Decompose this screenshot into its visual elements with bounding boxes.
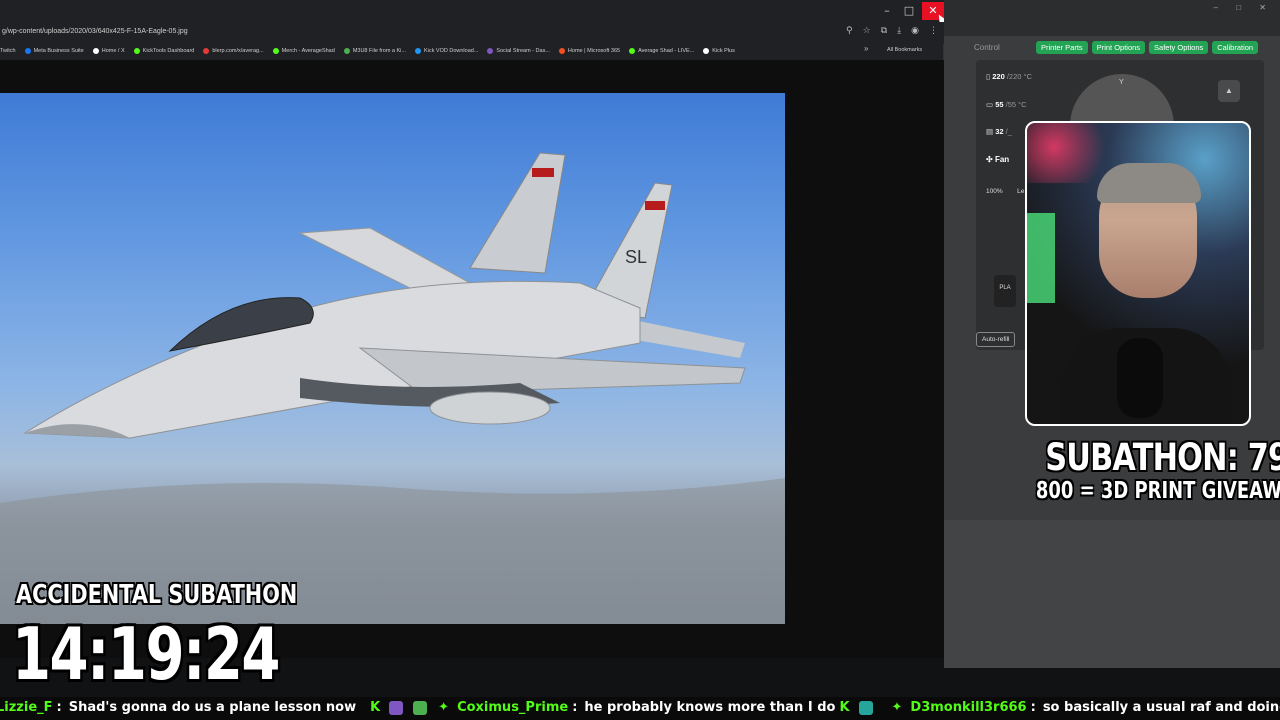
chat-message: Shad's gonna do us a plane lesson now bbox=[68, 700, 357, 715]
jet-illustration: SL bbox=[0, 152, 785, 624]
kick-badge-icon: K bbox=[370, 700, 381, 715]
rgb-light bbox=[1027, 123, 1117, 183]
bookmark-blerp[interactable]: blerp.com/x/averag... bbox=[203, 48, 264, 54]
nozzle-icon: ▯ bbox=[986, 72, 991, 81]
bookmark-m3u8[interactable]: M3U8 File from a Ki... bbox=[343, 48, 406, 54]
fan-speed[interactable]: 100% Le bbox=[986, 188, 1024, 195]
app-lower-area bbox=[944, 520, 1280, 668]
filament-slot[interactable]: PLA bbox=[994, 275, 1016, 307]
chamber-icon: ▤ bbox=[986, 127, 994, 136]
bookmark-kicktools[interactable]: KickTools Dashboard bbox=[133, 48, 194, 54]
emote-icon bbox=[389, 700, 404, 715]
printer-tabs: Printer Parts Print Options Safety Optio… bbox=[1036, 41, 1259, 54]
bookmark-average-shad[interactable]: Average Shad - LIVE... bbox=[629, 48, 694, 54]
tab-calibration[interactable]: Calibration bbox=[1212, 41, 1259, 54]
bookmark-twitch[interactable]: Twitch bbox=[0, 48, 16, 54]
webcam-feed bbox=[1025, 121, 1251, 426]
bookmarks-more-button[interactable]: » bbox=[864, 44, 868, 53]
chat-message: so basically a usual raf and doing nada … bbox=[1042, 700, 1280, 715]
fan-icon: ✣ bbox=[986, 155, 993, 164]
bookmark-merch[interactable]: Merch - AverageShad bbox=[272, 48, 335, 54]
address-bar[interactable]: g/wp-content/uploads/2020/03/640x425-F-1… bbox=[0, 22, 944, 44]
download-icon[interactable]: ⤓ bbox=[897, 26, 901, 36]
sparkle-icon: ✦ bbox=[891, 700, 903, 715]
svg-text:SL: SL bbox=[625, 247, 647, 267]
browser-window: – □ ✕ g/wp-content/uploads/2020/03/640x4… bbox=[0, 0, 947, 658]
bookmark-microsoft[interactable]: Home | Microsoft 365 bbox=[558, 48, 620, 54]
blerp-icon bbox=[203, 48, 210, 54]
accidental-subathon-title: ACCIDENTAL SUBATHON bbox=[16, 580, 298, 610]
tab-safety-options[interactable]: Safety Options bbox=[1149, 41, 1209, 54]
app-window-buttons[interactable]: – □ ✕ bbox=[1214, 3, 1274, 12]
meta-icon bbox=[24, 48, 31, 54]
zoom-icon[interactable]: ⚲ bbox=[846, 26, 853, 36]
bookmark-kick-vod[interactable]: Kick VOD Download... bbox=[415, 48, 478, 54]
control-label: Control bbox=[974, 43, 1000, 52]
microsoft-icon bbox=[558, 48, 565, 54]
chat-separator: : bbox=[572, 700, 578, 715]
maximize-button[interactable]: □ bbox=[898, 2, 920, 20]
title-bar: – □ ✕ bbox=[0, 0, 947, 25]
chamber-temp[interactable]: ▤ 32 /_ bbox=[986, 127, 1012, 136]
chat-user: Lizzie_F bbox=[0, 700, 53, 715]
m3u8-icon bbox=[343, 48, 350, 54]
kick-vod-icon bbox=[415, 48, 421, 54]
url-text[interactable]: g/wp-content/uploads/2020/03/640x425-F-1… bbox=[2, 28, 188, 35]
green-light bbox=[1027, 213, 1055, 303]
chat-user: Coximus_Prime bbox=[457, 700, 569, 715]
streamer-hair bbox=[1097, 163, 1201, 203]
bookmark-meta[interactable]: Meta Business Suite bbox=[24, 48, 84, 54]
tab-print-options[interactable]: Print Options bbox=[1091, 41, 1146, 54]
microphone-icon bbox=[1117, 338, 1163, 418]
extensions-icon[interactable]: ⧉ bbox=[881, 26, 887, 36]
chat-ticker: Lizzie_F : Shad's gonna do us a plane le… bbox=[0, 697, 1280, 720]
all-bookmarks-button[interactable]: All Bookmarks bbox=[887, 47, 922, 53]
x-icon bbox=[92, 48, 99, 54]
bookmark-x[interactable]: Home / X bbox=[92, 48, 125, 54]
star-icon[interactable]: ☆ bbox=[863, 26, 871, 36]
sparkle-icon: ✦ bbox=[438, 700, 450, 715]
dial-y-label: Y bbox=[1119, 79, 1124, 86]
chat-separator: : bbox=[1030, 700, 1036, 715]
bookmarks-bar: Twitch Meta Business Suite Home / X Kick… bbox=[0, 44, 944, 58]
profile-icon[interactable]: ◉ bbox=[911, 26, 919, 36]
kick-plus-icon bbox=[703, 48, 710, 54]
bookmark-social-stream[interactable]: Social Stream - Das... bbox=[487, 48, 550, 54]
z-up-button[interactable]: ▲ bbox=[1218, 80, 1240, 102]
chat-user: D3monkill3r666 bbox=[910, 700, 1027, 715]
bookmark-kick-plus[interactable]: Kick Plus bbox=[703, 48, 735, 54]
kick-badge-icon: K bbox=[839, 700, 850, 715]
subathon-timer: 14:19:24 bbox=[12, 612, 280, 696]
bed-temp[interactable]: ▭ 55 /55 °C bbox=[986, 100, 1027, 109]
f15-eagle-image: SL bbox=[0, 93, 785, 624]
auto-refill-button[interactable]: Auto-refill bbox=[976, 332, 1016, 347]
chat-message: he probably knows more than I do bbox=[584, 700, 836, 715]
bed-icon: ▭ bbox=[986, 100, 994, 109]
social-stream-icon bbox=[487, 48, 494, 54]
merch-icon bbox=[272, 48, 279, 54]
subathon-counter: SUBATHON: 793 bbox=[1045, 436, 1280, 479]
tab-printer-parts[interactable]: Printer Parts bbox=[1036, 41, 1088, 54]
minimize-button[interactable]: – bbox=[876, 2, 898, 20]
menu-icon[interactable]: ⋮ bbox=[929, 26, 938, 36]
emote-icon bbox=[858, 700, 873, 715]
chat-separator: : bbox=[56, 700, 62, 715]
emote-icon bbox=[413, 700, 428, 715]
app-titlebar: – □ ✕ bbox=[944, 0, 1280, 36]
average-shad-icon bbox=[629, 48, 636, 54]
address-bar-icons: ⚲ ☆ ⧉ ⤓ ◉ ⋮ bbox=[846, 26, 938, 36]
kicktools-icon bbox=[133, 48, 140, 54]
nozzle-temp[interactable]: ▯ 220 /220 °C bbox=[986, 72, 1032, 81]
giveaway-goal: 800 = 3D PRINT GIVEAWAY bbox=[1035, 478, 1280, 504]
fan-label: ✣ Fan bbox=[986, 155, 1010, 164]
